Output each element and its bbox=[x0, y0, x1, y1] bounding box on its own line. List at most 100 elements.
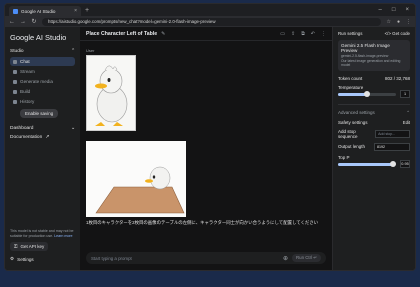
sidebar-item-label: Generate media bbox=[20, 79, 53, 84]
sidebar-item-label: Build bbox=[20, 89, 31, 94]
compare-icon[interactable]: ▭ bbox=[280, 31, 285, 37]
left-sidebar: Google AI Studio Studio ⌃ Chat Stream Ge… bbox=[5, 27, 80, 270]
model-selector[interactable]: Gemini 2.5 Flash Image Preview gemini-2.… bbox=[338, 40, 410, 71]
user-message: 1枚目のキャラクターを2枚目の画像のテーブルの左側に、キャラクター同士が向かい合… bbox=[86, 220, 319, 225]
build-icon bbox=[13, 89, 17, 94]
user-label: User bbox=[86, 48, 95, 53]
get-code-button[interactable]: </> Get code bbox=[385, 31, 410, 36]
sidebar-item-label: Stream bbox=[20, 69, 35, 74]
settings-button[interactable]: ⚙ Settings bbox=[10, 256, 75, 262]
model-warning: This model is not stable and may not be … bbox=[10, 229, 75, 239]
profile-icon[interactable]: ● bbox=[397, 19, 400, 25]
brand-title: Google AI Studio bbox=[10, 33, 67, 42]
browser-window: Google AI Studio × + – □ × ← → ↻ https:/… bbox=[4, 3, 416, 271]
chat-toolbar: Place Character Left of Table ✎ ▭ ⇪ ⧉ ↶ … bbox=[80, 27, 332, 41]
close-window-icon[interactable]: × bbox=[405, 7, 409, 13]
tab-title: Google AI Studio bbox=[21, 8, 56, 14]
sidebar-item-label: Chat bbox=[20, 59, 30, 64]
new-tab-icon[interactable]: + bbox=[85, 7, 89, 14]
copy-icon[interactable]: ⧉ bbox=[301, 31, 305, 37]
reload-icon[interactable]: ↻ bbox=[31, 18, 37, 25]
minimize-icon[interactable]: – bbox=[379, 7, 382, 13]
sidebar-item-label: History bbox=[20, 99, 35, 104]
window-controls: – □ × bbox=[379, 7, 415, 13]
temperature-input[interactable]: 1 bbox=[400, 89, 410, 98]
prompt-input[interactable]: Start typing a prompt bbox=[91, 256, 132, 261]
safety-edit-button[interactable]: Edit bbox=[403, 120, 410, 125]
sidebar-item-generate-media[interactable]: Generate media bbox=[10, 77, 75, 86]
tab-bar: Google AI Studio × + – □ × bbox=[5, 4, 415, 16]
dashboard-section[interactable]: Dashboard ⌄ bbox=[10, 126, 75, 131]
settings-label: Settings bbox=[17, 256, 34, 262]
output-length-input[interactable]: 8192 bbox=[374, 142, 410, 151]
address-bar: ← → ↻ https://aistudio.google.com/prompt… bbox=[5, 16, 415, 27]
stream-icon bbox=[13, 69, 17, 74]
chevron-up-icon[interactable]: ⌃ bbox=[406, 110, 410, 116]
learn-more-link[interactable]: Learn more bbox=[54, 234, 72, 238]
chevron-down-icon: ⌄ bbox=[70, 126, 75, 131]
top-p-label: Top P bbox=[338, 154, 350, 160]
chevron-up-icon: ⌃ bbox=[70, 49, 75, 54]
external-link-icon: ↗ bbox=[45, 135, 50, 140]
run-settings-title: Run settings bbox=[338, 31, 363, 36]
temperature-slider[interactable] bbox=[338, 91, 396, 97]
api-key-label: Get API key bbox=[20, 244, 45, 249]
prompt-box[interactable]: Start typing a prompt ⊕ Run Ctrl ↵ bbox=[86, 252, 326, 264]
stop-sequence-input[interactable]: Add stop... bbox=[375, 129, 410, 138]
key-icon: ⚿ bbox=[14, 244, 18, 249]
run-settings-panel: Run settings </> Get code Gemini 2.5 Fla… bbox=[333, 27, 415, 270]
chat-panel: Place Character Left of Table ✎ ▭ ⇪ ⧉ ↶ … bbox=[80, 27, 333, 270]
table-illustration bbox=[86, 141, 186, 217]
maximize-icon[interactable]: □ bbox=[392, 7, 396, 13]
duck-illustration bbox=[95, 65, 128, 126]
output-length-label: Output length bbox=[338, 144, 366, 149]
add-media-icon[interactable]: ⊕ bbox=[283, 255, 288, 262]
back-icon[interactable]: ← bbox=[9, 19, 15, 25]
undo-icon[interactable]: ↶ bbox=[311, 31, 315, 37]
sidebar-item-chat[interactable]: Chat bbox=[10, 57, 75, 66]
model-description: Our latest image generation and editing … bbox=[341, 58, 401, 68]
more-icon[interactable]: ⋮ bbox=[321, 31, 326, 37]
favicon-icon bbox=[13, 8, 18, 14]
page-title: Place Character Left of Table bbox=[86, 30, 158, 37]
chat-icon bbox=[13, 59, 17, 64]
documentation-link[interactable]: Documentation ↗ bbox=[10, 135, 75, 140]
share-icon[interactable]: ⇪ bbox=[291, 31, 295, 37]
top-p-slider[interactable] bbox=[338, 161, 397, 167]
close-tab-icon[interactable]: × bbox=[74, 8, 77, 14]
character-image[interactable] bbox=[86, 55, 136, 131]
safety-label: Safety settings bbox=[338, 119, 368, 125]
sidebar-item-stream[interactable]: Stream bbox=[10, 67, 75, 76]
gear-icon: ⚙ bbox=[10, 256, 15, 261]
get-code-label: Get code bbox=[392, 31, 410, 36]
app-body: Google AI Studio Studio ⌃ Chat Stream Ge… bbox=[5, 27, 415, 270]
enable-saving-button[interactable]: Enable saving bbox=[20, 109, 59, 118]
studio-section[interactable]: Studio ⌃ bbox=[10, 49, 75, 54]
sidebar-item-history[interactable]: History bbox=[10, 97, 75, 106]
temperature-knob[interactable] bbox=[364, 91, 370, 97]
sidebar-item-build[interactable]: Build bbox=[10, 87, 75, 96]
menu-icon[interactable]: ⋮ bbox=[406, 19, 411, 25]
studio-label: Studio bbox=[10, 49, 24, 54]
model-name: Gemini 2.5 Flash Image Preview bbox=[341, 43, 390, 53]
temperature-label: Temperature bbox=[338, 84, 364, 90]
forward-icon[interactable]: → bbox=[20, 19, 26, 25]
history-icon bbox=[13, 99, 17, 104]
documentation-label: Documentation bbox=[10, 135, 43, 140]
advanced-settings-label: Advanced settings bbox=[338, 110, 375, 115]
top-p-knob[interactable] bbox=[390, 161, 397, 167]
token-count-label: Token count bbox=[338, 75, 363, 81]
table-image[interactable] bbox=[86, 141, 186, 217]
get-api-key-button[interactable]: ⚿ Get API key bbox=[10, 242, 49, 251]
token-count-value: 802 / 32,768 bbox=[384, 75, 410, 81]
stop-sequence-label: Add stop sequence bbox=[338, 128, 358, 139]
run-button[interactable]: Run Ctrl ↵ bbox=[291, 254, 321, 262]
bookmark-icon[interactable]: ☆ bbox=[386, 19, 390, 25]
browser-tab[interactable]: Google AI Studio × bbox=[9, 6, 81, 16]
dashboard-label: Dashboard bbox=[10, 126, 34, 131]
media-icon bbox=[13, 79, 17, 84]
top-p-input[interactable]: 0.95 bbox=[400, 159, 410, 168]
edit-title-icon[interactable]: ✎ bbox=[161, 31, 165, 37]
url-field[interactable]: https://aistudio.google.com/prompts/new_… bbox=[42, 17, 382, 26]
chat-thread: User 1枚目のキャラクターを2枚目の画像のテーブルの左側に、キャラクター同士… bbox=[80, 41, 332, 230]
